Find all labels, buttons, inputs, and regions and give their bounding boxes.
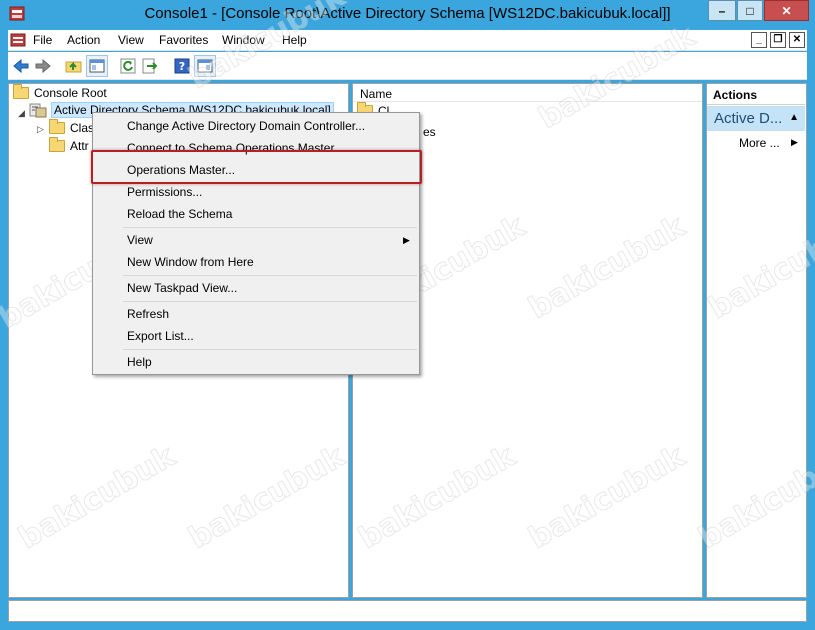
refresh-icon[interactable] <box>117 55 139 77</box>
help-icon[interactable]: ? <box>171 55 193 77</box>
title-bar[interactable]: Console1 - [Console Root\Active Director… <box>0 0 815 30</box>
window-title: Console1 - [Console Root\Active Director… <box>144 5 671 22</box>
highlight-box <box>91 150 422 184</box>
submenu-arrow-icon: ▶ <box>791 137 798 147</box>
show-hide-console-tree-icon[interactable] <box>86 55 108 77</box>
menu-item-view[interactable]: View <box>127 233 153 247</box>
export-list-icon[interactable] <box>139 55 161 77</box>
forward-arrow-icon[interactable] <box>32 55 54 77</box>
back-arrow-icon[interactable] <box>10 55 32 77</box>
folder-icon <box>49 119 65 134</box>
mmc-document-icon[interactable] <box>10 32 26 48</box>
mdi-minimize-button[interactable]: _ <box>751 32 767 48</box>
show-hide-action-pane-icon[interactable] <box>194 55 216 77</box>
menu-favorites[interactable]: Favorites <box>159 33 208 47</box>
toolbar: ? <box>8 52 807 80</box>
minimize-button[interactable]: – <box>708 0 736 21</box>
mdi-close-button[interactable]: ✕ <box>789 32 805 48</box>
actions-group-label: Active D... <box>714 110 783 127</box>
actions-pane <box>706 83 807 598</box>
menu-item-permissions[interactable]: Permissions... <box>127 185 202 199</box>
tree-node-classes[interactable]: Clas <box>49 119 95 135</box>
actions-more-link[interactable]: More ... ▶ <box>739 136 798 150</box>
folder-icon <box>49 137 65 152</box>
mdi-restore-button[interactable]: ❐ <box>770 32 786 48</box>
tree-node-label: Clas <box>70 121 95 135</box>
actions-header: Actions <box>707 84 805 105</box>
menu-separator <box>123 301 417 302</box>
menu-item-change-domain-controller[interactable]: Change Active Directory Domain Controlle… <box>127 119 365 133</box>
collapse-arrow-icon[interactable]: ◢ <box>18 108 25 119</box>
menu-item-export-list[interactable]: Export List... <box>127 329 194 343</box>
menu-view[interactable]: View <box>118 33 144 47</box>
tree-node-console-root[interactable]: Console Root <box>13 84 107 100</box>
actions-more-label: More ... <box>739 136 780 150</box>
collapse-up-icon[interactable]: ▲ <box>789 112 799 123</box>
menu-item-reload-schema[interactable]: Reload the Schema <box>127 207 232 221</box>
menu-item-new-taskpad-view[interactable]: New Taskpad View... <box>127 281 237 295</box>
up-folder-icon[interactable] <box>63 55 85 77</box>
menu-bar: File Action View Favorites Window Help _… <box>8 30 807 51</box>
schema-icon <box>29 103 47 118</box>
tree-node-label: Attr <box>70 139 89 153</box>
svg-text:?: ? <box>179 60 185 73</box>
menu-file[interactable]: File <box>33 33 52 47</box>
tree-node-attributes[interactable]: Attr <box>49 137 89 153</box>
status-bar <box>8 600 807 622</box>
menu-separator <box>123 349 417 350</box>
expand-arrow-icon[interactable]: ▷ <box>37 124 44 135</box>
menu-separator <box>123 227 417 228</box>
submenu-arrow-icon: ▶ <box>403 235 410 245</box>
menu-separator <box>123 275 417 276</box>
tree-node-label: Console Root <box>34 86 107 100</box>
menu-item-new-window[interactable]: New Window from Here <box>127 255 254 269</box>
menu-window[interactable]: Window <box>222 33 265 47</box>
maximize-button[interactable]: □ <box>737 0 763 21</box>
menu-item-help[interactable]: Help <box>127 355 152 369</box>
menu-help[interactable]: Help <box>282 33 307 47</box>
close-button[interactable]: ✕ <box>764 0 809 21</box>
column-header-name[interactable]: Name <box>353 84 702 102</box>
menu-action[interactable]: Action <box>67 33 100 47</box>
actions-group-active-directory[interactable]: Active D... ▲ <box>707 106 805 131</box>
menu-item-refresh[interactable]: Refresh <box>127 307 169 321</box>
folder-icon <box>13 84 29 99</box>
